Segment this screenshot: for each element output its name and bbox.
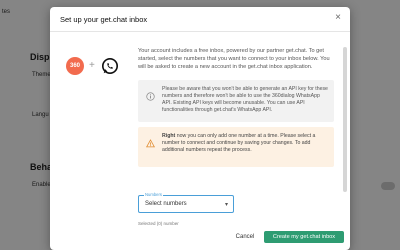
one-number-warning: Right now you can only add one number at… (138, 127, 334, 167)
modal-title: Set up your get.chat inbox (60, 15, 148, 24)
selected-count: Selected (0) number (138, 221, 179, 226)
warning-bold-text: Right (162, 133, 176, 139)
info-circle-icon (146, 92, 155, 101)
whatsapp-icon (101, 57, 119, 75)
partner-logos: 360 + (66, 55, 126, 79)
api-notice-text: Please be aware that you won't be able t… (162, 86, 328, 113)
setup-inbox-modal: Set up your get.chat inbox × 360 + Your … (50, 7, 350, 250)
numbers-select-label: Numbers (144, 192, 163, 197)
plus-symbol: + (89, 60, 95, 71)
cancel-button[interactable]: Cancel (232, 232, 258, 243)
close-icon[interactable]: × (332, 12, 344, 24)
intro-text: Your account includes a free inbox, powe… (138, 48, 330, 70)
warning-triangle-icon (146, 139, 155, 148)
modal-scrollbar[interactable] (343, 47, 347, 192)
modal-body: Your account includes a free inbox, powe… (138, 47, 340, 215)
warning-text: now you can only add one number at a tim… (162, 133, 316, 153)
create-inbox-button[interactable]: Create my get.chat inbox (264, 231, 344, 243)
numbers-select[interactable]: Numbers Select numbers ▾ (138, 192, 234, 213)
logo-360dialog: 360 (66, 57, 84, 75)
numbers-select-placeholder: Select numbers (145, 201, 187, 207)
chevron-down-icon: ▾ (224, 202, 228, 208)
modal-header: Set up your get.chat inbox × (50, 7, 350, 32)
modal-footer: Cancel Create my get.chat inbox (50, 227, 350, 250)
api-notice: Please be aware that you won't be able t… (138, 80, 334, 122)
